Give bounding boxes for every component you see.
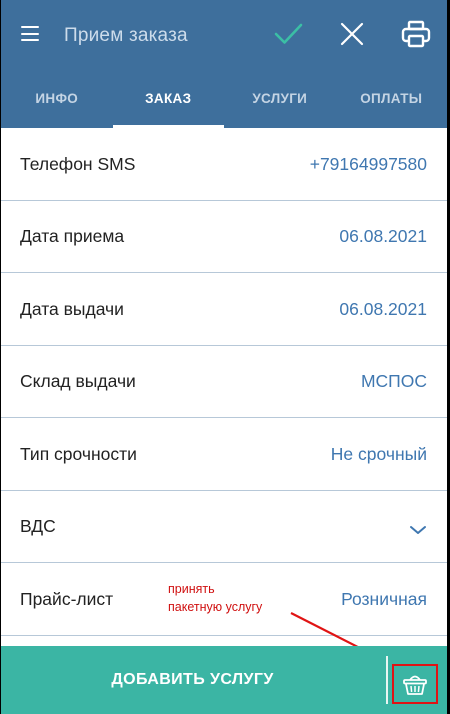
row-value[interactable]: 06.08.2021: [339, 299, 427, 320]
row-label: Склад выдачи: [20, 371, 136, 392]
divider: [386, 656, 388, 704]
row-label: Телефон SMS: [20, 153, 136, 174]
annotation-text: принять пакетную услугу: [168, 580, 262, 616]
row-label: Прайс-лист: [20, 588, 114, 609]
chevron-down-icon[interactable]: [409, 524, 427, 536]
row-sms-phone[interactable]: Телефон SMS +79164997580: [1, 128, 447, 201]
annotation-line-2: пакетную услугу: [168, 600, 263, 614]
add-service-button[interactable]: ДОБАВИТЬ УСЛУГУ: [1, 646, 384, 714]
tab-services[interactable]: УСЛУГИ: [224, 68, 336, 128]
row-value[interactable]: +79164997580: [310, 154, 427, 175]
app-title: Прием заказа: [64, 25, 188, 46]
menu-icon[interactable]: [21, 26, 39, 42]
row-value[interactable]: Не срочный: [331, 444, 427, 465]
app-bar: Прием заказа: [1, 0, 447, 68]
row-value[interactable]: 06.08.2021: [339, 226, 427, 247]
tab-order[interactable]: ЗАКАЗ: [112, 68, 225, 128]
tab-bar: ИНФО ЗАКАЗ УСЛУГИ ОПЛАТЫ: [1, 68, 447, 128]
tab-info[interactable]: ИНФО: [1, 68, 113, 128]
check-icon[interactable]: [272, 18, 304, 50]
basket-icon: [403, 675, 427, 695]
row-label: Тип срочности: [20, 443, 137, 464]
tab-payments[interactable]: ОПЛАТЫ: [336, 68, 448, 128]
row-vds[interactable]: ВДС: [1, 491, 447, 564]
annotation-line-1: принять: [168, 582, 215, 596]
row-label: Дата выдачи: [20, 298, 124, 319]
row-label: Дата приема: [20, 226, 125, 247]
printer-icon[interactable]: [400, 18, 432, 50]
order-fields: Телефон SMS +79164997580 Дата приема 06.…: [1, 128, 447, 636]
bottom-bar: ДОБАВИТЬ УСЛУГУ: [1, 646, 447, 714]
order-screen: Прием заказа ИНФО ЗАКАЗ УСЛУГИ ОПЛАТЫ Те…: [1, 0, 447, 714]
row-value[interactable]: МСПОС: [361, 371, 427, 392]
row-receive-date[interactable]: Дата приема 06.08.2021: [1, 201, 447, 274]
row-issue-warehouse[interactable]: Склад выдачи МСПОС: [1, 346, 447, 419]
row-issue-date[interactable]: Дата выдачи 06.08.2021: [1, 273, 447, 346]
package-service-button[interactable]: [392, 664, 438, 704]
row-label: ВДС: [20, 516, 56, 537]
close-icon[interactable]: [336, 18, 368, 50]
row-urgency-type[interactable]: Тип срочности Не срочный: [1, 418, 447, 491]
